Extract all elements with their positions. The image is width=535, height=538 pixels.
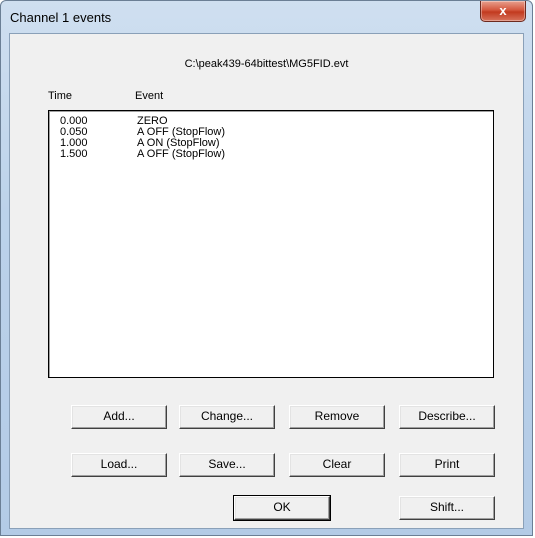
event-description: A OFF (StopFlow)	[137, 148, 226, 160]
file-path-label: C:\peak439-64bittest\MG5FID.evt	[184, 58, 349, 70]
dialog-window: Channel 1 events x C:\peak439-64bittest\…	[0, 0, 533, 536]
describe-button[interactable]: Describe...	[399, 405, 495, 429]
clear-button[interactable]: Clear	[289, 453, 385, 477]
add-button[interactable]: Add...	[71, 405, 167, 429]
load-button[interactable]: Load...	[71, 453, 167, 477]
remove-button[interactable]: Remove	[289, 405, 385, 429]
event-time: 1.500	[60, 148, 88, 160]
change-button[interactable]: Change...	[179, 405, 275, 429]
time-column-header: Time	[48, 90, 73, 102]
shift-button[interactable]: Shift...	[399, 496, 495, 520]
ok-button[interactable]: OK	[233, 495, 331, 521]
save-button[interactable]: Save...	[179, 453, 275, 477]
close-button[interactable]: x	[480, 1, 526, 22]
print-button[interactable]: Print	[399, 453, 495, 477]
window-title: Channel 1 events	[10, 10, 112, 25]
title-bar[interactable]: Channel 1 events x	[1, 1, 532, 33]
close-icon: x	[499, 3, 507, 18]
dialog-client-area: C:\peak439-64bittest\MG5FID.evt Time Eve…	[9, 33, 524, 529]
event-column-header: Event	[135, 90, 164, 102]
events-listbox[interactable]: 0.000 ZERO 0.050 A OFF (StopFlow) 1.000 …	[48, 110, 494, 378]
